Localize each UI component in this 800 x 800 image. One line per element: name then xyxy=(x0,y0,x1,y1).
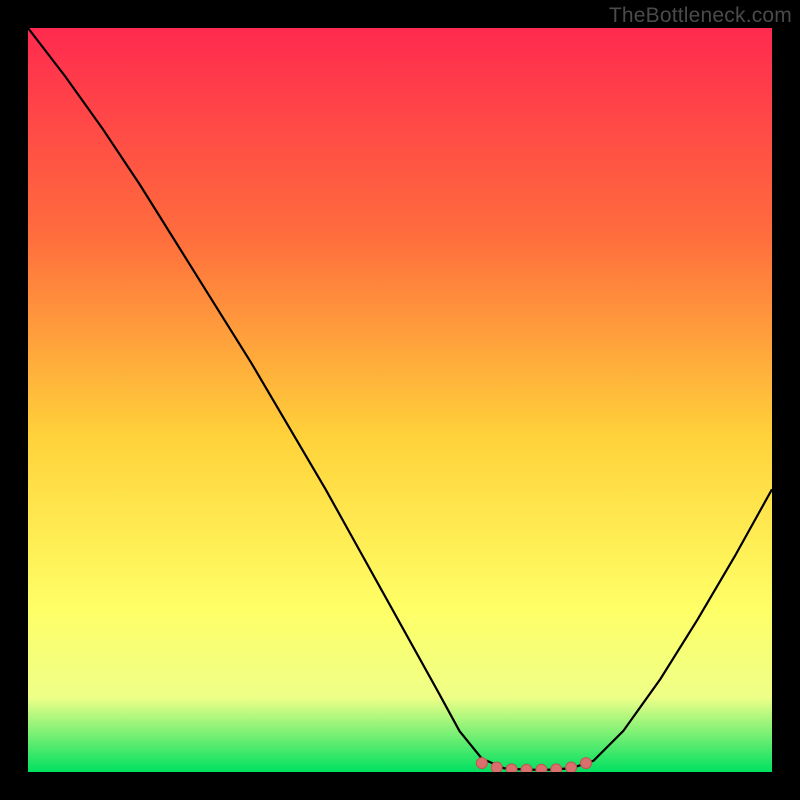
watermark-text: TheBottleneck.com xyxy=(609,4,792,28)
marker-dot xyxy=(551,764,562,772)
marker-dot xyxy=(476,758,487,769)
marker-dot xyxy=(536,764,547,772)
marker-dot xyxy=(521,764,532,772)
chart-frame: TheBottleneck.com xyxy=(0,0,800,800)
marker-dot xyxy=(566,762,577,772)
marker-dot xyxy=(581,758,592,769)
marker-dot xyxy=(491,762,502,772)
chart-svg xyxy=(28,28,772,772)
marker-dot xyxy=(506,764,517,772)
plot-area xyxy=(28,28,772,772)
gradient-background xyxy=(28,28,772,772)
